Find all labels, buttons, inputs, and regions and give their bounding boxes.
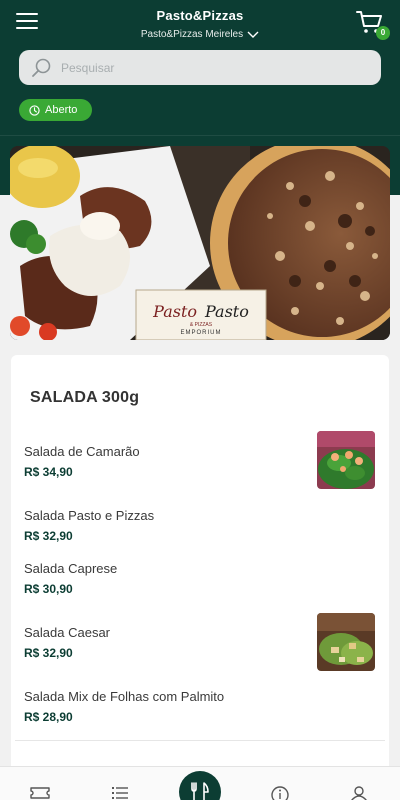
- menu-item[interactable]: Salada de Camarão R$ 34,90: [24, 444, 140, 479]
- item-price: R$ 28,90: [24, 710, 73, 724]
- nav-profile[interactable]: [348, 783, 370, 800]
- brand: Pasto&Pizzas Pasto&Pizzas Meireles: [0, 8, 400, 42]
- info-icon: [271, 786, 289, 800]
- promo-banner[interactable]: Pasto Pasto & PIZZAS EMPORIUM: [10, 146, 390, 340]
- cart-button[interactable]: 0: [356, 10, 390, 40]
- brand-logo: Pasto Pasto & PIZZAS EMPORIUM: [136, 294, 266, 340]
- logo-subtitle: & PIZZAS: [189, 322, 213, 328]
- item-name: Salada Caprese: [24, 561, 118, 576]
- store-selector[interactable]: Pasto&Pizzas Meireles: [141, 29, 259, 40]
- item-price: R$ 34,90: [24, 465, 73, 479]
- chevron-down-icon: [247, 31, 259, 38]
- search-input[interactable]: Pesquisar: [19, 50, 381, 85]
- status-badge[interactable]: Aberto: [19, 99, 92, 121]
- store-title: Pasto&Pizzas: [156, 8, 244, 23]
- section-title: SALADA 300g: [30, 389, 140, 406]
- logo-text-left: Pasto: [153, 302, 197, 321]
- item-image[interactable]: [317, 431, 375, 489]
- cart-count-badge: 0: [376, 26, 390, 40]
- item-name: Salada Caesar: [24, 625, 110, 640]
- status-label: Aberto: [45, 104, 78, 116]
- item-name: Salada de Camarão: [24, 444, 140, 459]
- menu-item[interactable]: Salada Caprese R$ 30,90: [24, 561, 117, 596]
- ticket-icon: [30, 787, 50, 799]
- item-price: R$ 32,90: [24, 646, 73, 660]
- menu-item[interactable]: Salada Caesar R$ 32,90: [24, 625, 110, 660]
- user-icon: [350, 786, 368, 800]
- logo-text-right: Pasto: [205, 302, 249, 321]
- clock-icon: [29, 104, 40, 116]
- item-price: R$ 32,90: [24, 529, 73, 543]
- item-name: Salada Pasto e Pizzas: [24, 508, 155, 523]
- item-name: Salada Mix de Folhas com Palmito: [24, 689, 225, 704]
- nav-list[interactable]: [109, 783, 131, 800]
- item-image[interactable]: [317, 613, 375, 671]
- menu-section: SALADA 300g Salada de Camarão R$ 34,90 S…: [11, 355, 389, 800]
- caesar-salad-image: [317, 613, 375, 671]
- menu-item[interactable]: Salada Pasto e Pizzas R$ 32,90: [24, 508, 154, 543]
- nav-info[interactable]: [269, 783, 291, 800]
- store-name: Pasto&Pizzas Meireles: [140, 29, 244, 40]
- logo-emporium: EMPORIUM: [180, 330, 222, 336]
- fork-knife-icon: [191, 782, 209, 800]
- item-price: R$ 30,90: [24, 582, 73, 596]
- nav-tickets[interactable]: [29, 783, 51, 800]
- search-placeholder: Pesquisar: [61, 60, 115, 75]
- shrimp-salad-image: [317, 431, 375, 489]
- menu-item[interactable]: Salada Mix de Folhas com Palmito R$ 28,9…: [24, 689, 224, 724]
- list-icon: [112, 787, 128, 799]
- divider: [15, 740, 385, 741]
- search-icon: [32, 58, 51, 77]
